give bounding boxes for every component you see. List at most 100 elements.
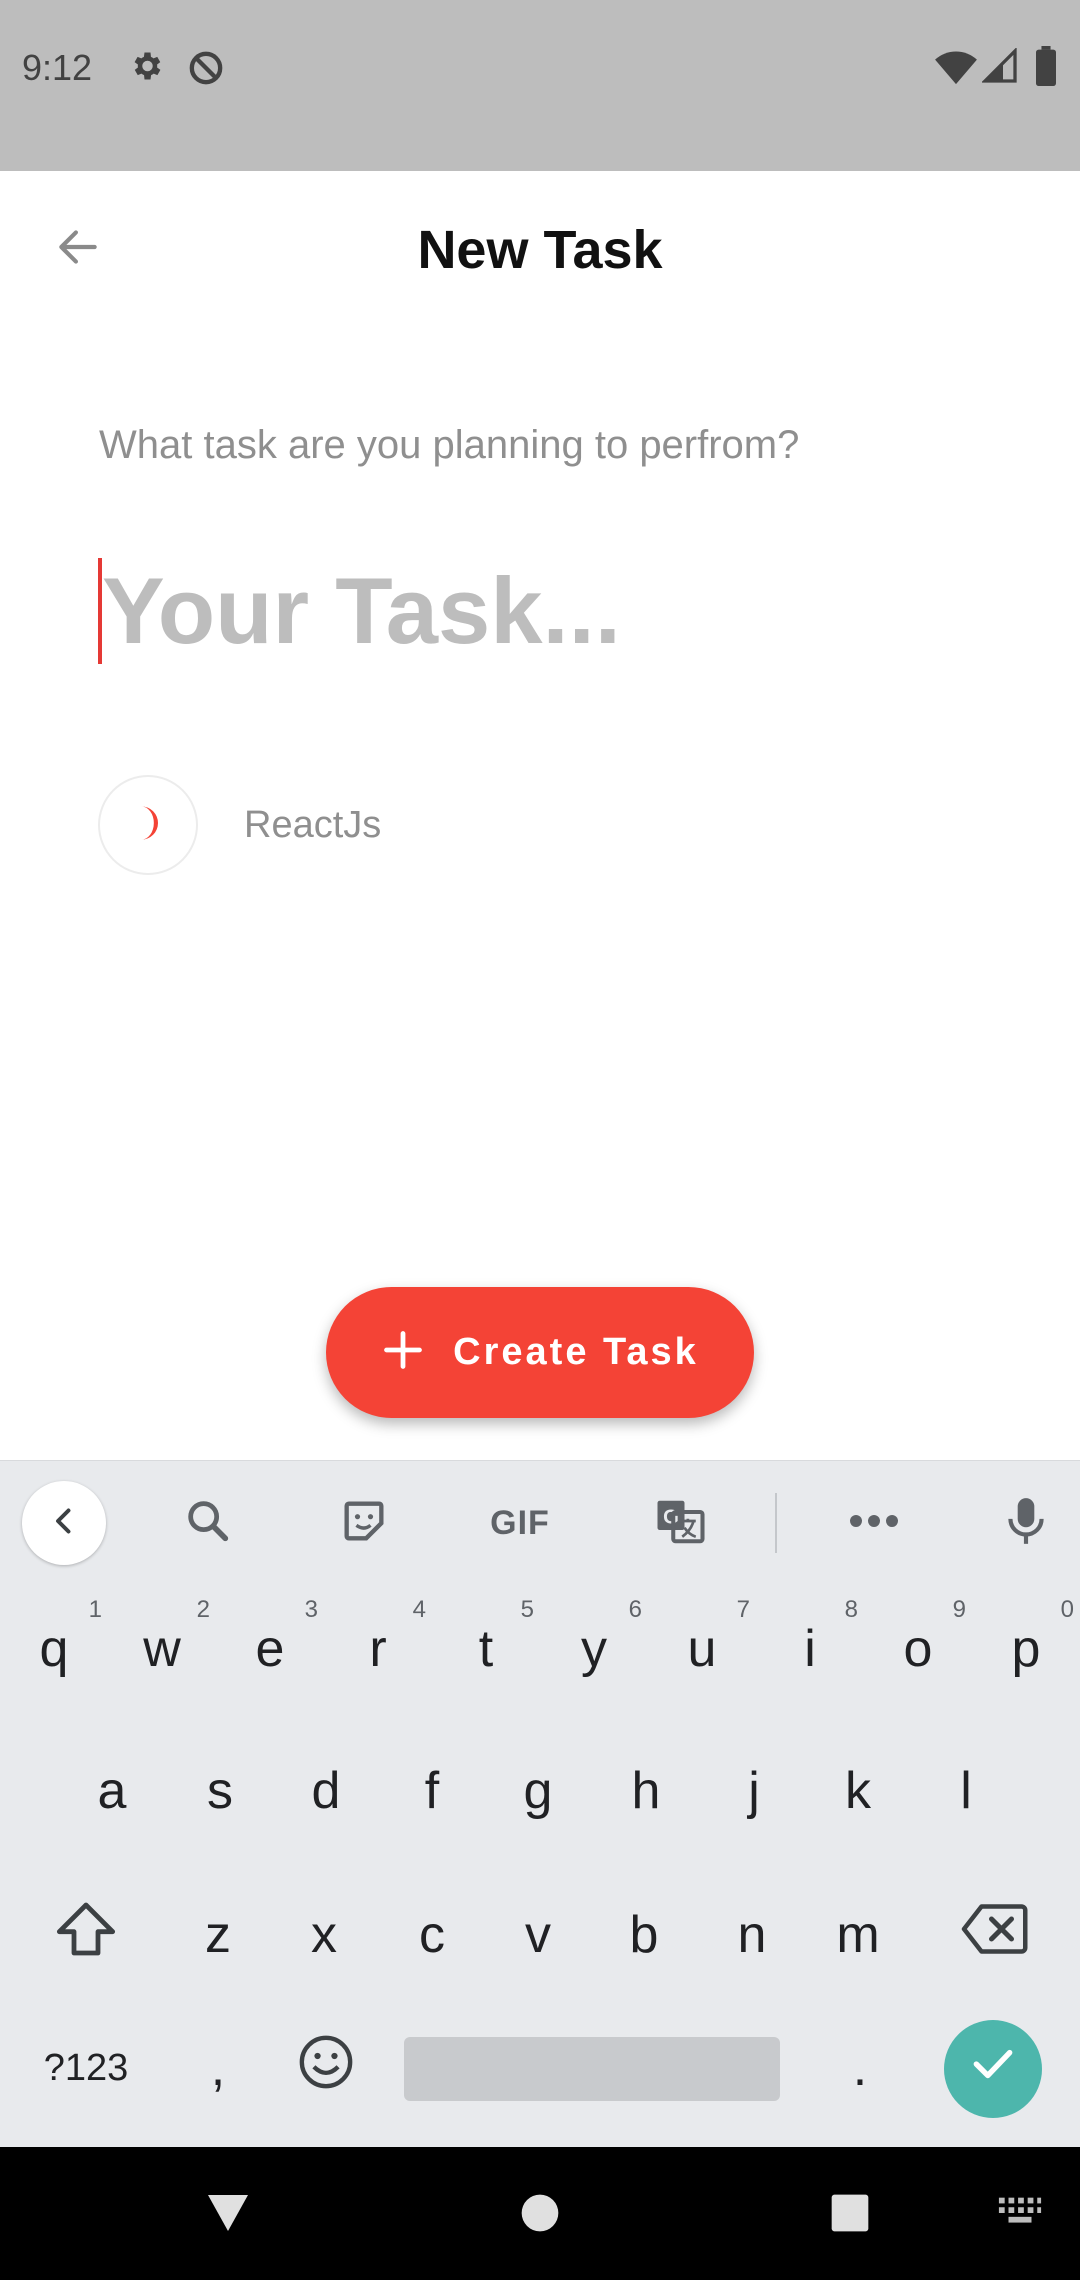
keyboard-collapse-button[interactable]: [22, 1481, 106, 1565]
key-w[interactable]: w2: [108, 1584, 216, 1714]
key-char: x: [311, 1906, 337, 1964]
key-char: .: [852, 2039, 868, 2097]
key-y[interactable]: y6: [540, 1584, 648, 1714]
key-char: q: [39, 1620, 69, 1678]
key-hint: 9: [952, 1596, 966, 1623]
nav-back-button[interactable]: [180, 2175, 276, 2255]
key-o[interactable]: o9: [864, 1584, 972, 1714]
create-task-button[interactable]: Create Task: [326, 1287, 754, 1418]
keyboard-translate-button[interactable]: G: [638, 1481, 722, 1565]
svg-text:G: G: [663, 1506, 679, 1528]
key-char: h: [631, 1762, 661, 1820]
key-hint: 3: [304, 1596, 318, 1623]
soft-keyboard: GIF G q1 w2 e3 r4 t5 y6 u7 i8 o9 p0 a s …: [0, 1460, 1080, 2147]
keyboard-gif-button[interactable]: GIF: [478, 1481, 562, 1565]
page-title: New Task: [417, 220, 663, 280]
key-j[interactable]: j: [700, 1726, 808, 1856]
keyboard-more-button[interactable]: [832, 1481, 916, 1565]
key-e[interactable]: e3: [216, 1584, 324, 1714]
key-i[interactable]: i8: [756, 1584, 864, 1714]
gif-label: GIF: [490, 1503, 550, 1542]
mic-icon: [1001, 1494, 1051, 1553]
key-s[interactable]: s: [166, 1726, 274, 1856]
keyboard-switch-button[interactable]: [972, 2175, 1068, 2255]
key-backspace[interactable]: [930, 1870, 1058, 2000]
navigation-bar: [0, 2147, 1080, 2280]
key-u[interactable]: u7: [648, 1584, 756, 1714]
create-task-label: Create Task: [453, 1331, 699, 1373]
category-selector[interactable]: ReactJs: [98, 773, 381, 877]
key-space[interactable]: [404, 2037, 780, 2101]
key-hint: 6: [628, 1596, 642, 1623]
translate-icon: G: [653, 1494, 707, 1553]
data-saver-icon: [186, 48, 226, 93]
status-time: 9:12: [22, 47, 93, 88]
key-b[interactable]: b: [590, 1870, 698, 2000]
key-char: p: [1011, 1620, 1041, 1678]
battery-icon: [1034, 46, 1058, 91]
key-n[interactable]: n: [698, 1870, 806, 2000]
key-char: r: [369, 1620, 387, 1678]
key-f[interactable]: f: [378, 1726, 486, 1856]
keyboard-sticker-button[interactable]: [322, 1481, 406, 1565]
plus-icon: [381, 1328, 425, 1377]
key-d[interactable]: d: [272, 1726, 380, 1856]
key-hint: 2: [196, 1596, 210, 1623]
back-triangle-icon: [204, 2191, 252, 2240]
nav-recents-button[interactable]: [802, 2175, 898, 2255]
key-symbols[interactable]: ?123: [22, 2008, 150, 2128]
keyboard-search-button[interactable]: [166, 1481, 250, 1565]
recents-square-icon: [828, 2191, 872, 2240]
key-char: w: [143, 1620, 181, 1678]
key-char: j: [748, 1762, 760, 1820]
signal-icon: [981, 47, 1018, 89]
search-icon: [182, 1495, 234, 1552]
wifi-icon: [934, 46, 978, 91]
key-a[interactable]: a: [58, 1726, 166, 1856]
key-t[interactable]: t5: [432, 1584, 540, 1714]
key-k[interactable]: k: [804, 1726, 912, 1856]
key-x[interactable]: x: [270, 1870, 378, 2000]
key-char: k: [845, 1762, 871, 1820]
crescent-moon-icon: [128, 803, 168, 848]
key-m[interactable]: m: [804, 1870, 912, 2000]
key-z[interactable]: z: [164, 1870, 272, 2000]
keyboard-toolbar: GIF G: [0, 1460, 1080, 1584]
task-input[interactable]: [98, 556, 982, 666]
keyboard-voice-button[interactable]: [984, 1481, 1068, 1565]
key-char: l: [960, 1762, 972, 1820]
key-char: n: [737, 1906, 767, 1964]
key-g[interactable]: g: [484, 1726, 592, 1856]
key-char: d: [311, 1762, 341, 1820]
key-char: v: [525, 1906, 551, 1964]
backspace-icon: [959, 1901, 1029, 1970]
key-char: ,: [210, 2039, 226, 2097]
check-icon: [968, 2038, 1018, 2101]
key-emoji[interactable]: [272, 2008, 380, 2128]
key-r[interactable]: r4: [324, 1584, 432, 1714]
key-c[interactable]: c: [378, 1870, 486, 2000]
key-shift[interactable]: [22, 1870, 150, 2000]
key-period[interactable]: .: [806, 2008, 914, 2128]
key-comma[interactable]: ,: [164, 2008, 272, 2128]
toolbar-divider: [775, 1493, 777, 1553]
key-char: z: [205, 1906, 231, 1964]
key-char: e: [255, 1620, 285, 1678]
keyboard-switch-icon: [997, 2195, 1043, 2236]
chevron-left-icon: [46, 1503, 82, 1544]
key-enter[interactable]: [944, 2020, 1042, 2118]
key-hint: 1: [88, 1596, 102, 1623]
key-v[interactable]: v: [484, 1870, 592, 2000]
key-char: a: [97, 1762, 127, 1820]
settings-icon: [128, 48, 164, 89]
key-q[interactable]: q1: [0, 1584, 108, 1714]
more-icon: [848, 1511, 900, 1536]
key-p[interactable]: p0: [972, 1584, 1080, 1714]
nav-home-button[interactable]: [492, 2175, 588, 2255]
text-cursor: [98, 558, 102, 664]
key-l[interactable]: l: [912, 1726, 1020, 1856]
key-char: m: [836, 1906, 880, 1964]
key-hint: 7: [736, 1596, 750, 1623]
key-h[interactable]: h: [592, 1726, 700, 1856]
category-label: ReactJs: [244, 803, 382, 846]
